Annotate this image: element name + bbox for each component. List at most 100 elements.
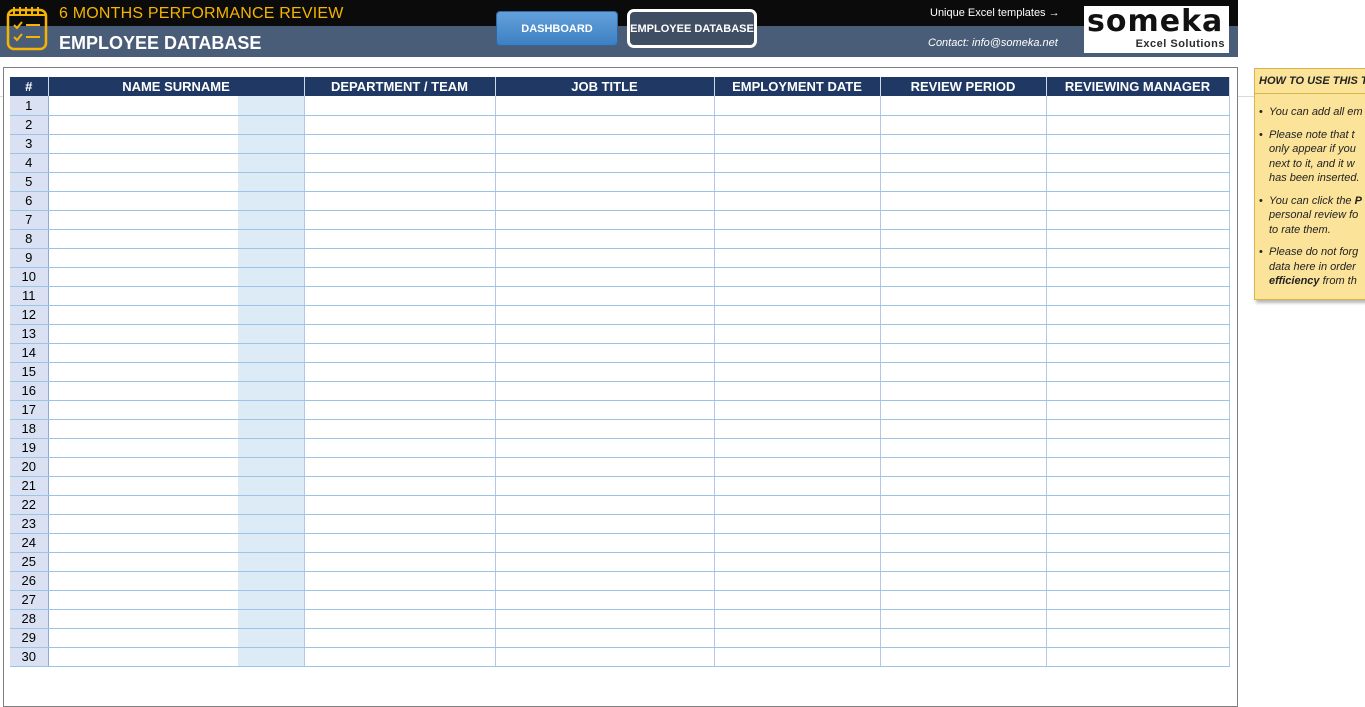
department-cell[interactable] xyxy=(304,571,496,591)
name-cell[interactable] xyxy=(48,476,238,496)
employment-date-cell[interactable] xyxy=(714,495,881,515)
job-title-cell[interactable] xyxy=(495,514,715,534)
name-extra-cell[interactable] xyxy=(238,647,305,667)
review-period-cell[interactable] xyxy=(880,210,1047,230)
job-title-cell[interactable] xyxy=(495,647,715,667)
reviewing-manager-cell[interactable] xyxy=(1046,495,1230,515)
employment-date-cell[interactable] xyxy=(714,134,881,154)
name-extra-cell[interactable] xyxy=(238,381,305,401)
reviewing-manager-cell[interactable] xyxy=(1046,96,1230,116)
name-extra-cell[interactable] xyxy=(238,96,305,116)
employment-date-cell[interactable] xyxy=(714,609,881,629)
department-cell[interactable] xyxy=(304,381,496,401)
reviewing-manager-cell[interactable] xyxy=(1046,438,1230,458)
name-cell[interactable] xyxy=(48,286,238,306)
name-extra-cell[interactable] xyxy=(238,476,305,496)
department-cell[interactable] xyxy=(304,628,496,648)
department-cell[interactable] xyxy=(304,191,496,211)
name-extra-cell[interactable] xyxy=(238,609,305,629)
review-period-cell[interactable] xyxy=(880,533,1047,553)
job-title-cell[interactable] xyxy=(495,343,715,363)
employment-date-cell[interactable] xyxy=(714,210,881,230)
name-extra-cell[interactable] xyxy=(238,495,305,515)
templates-link[interactable]: Unique Excel templates → xyxy=(930,7,1060,19)
name-cell[interactable] xyxy=(48,362,238,382)
reviewing-manager-cell[interactable] xyxy=(1046,229,1230,249)
reviewing-manager-cell[interactable] xyxy=(1046,533,1230,553)
job-title-cell[interactable] xyxy=(495,362,715,382)
reviewing-manager-cell[interactable] xyxy=(1046,286,1230,306)
job-title-cell[interactable] xyxy=(495,571,715,591)
review-period-cell[interactable] xyxy=(880,172,1047,192)
employment-date-cell[interactable] xyxy=(714,362,881,382)
name-extra-cell[interactable] xyxy=(238,571,305,591)
department-cell[interactable] xyxy=(304,305,496,325)
name-cell[interactable] xyxy=(48,172,238,192)
reviewing-manager-cell[interactable] xyxy=(1046,267,1230,287)
name-cell[interactable] xyxy=(48,495,238,515)
name-extra-cell[interactable] xyxy=(238,305,305,325)
reviewing-manager-cell[interactable] xyxy=(1046,419,1230,439)
reviewing-manager-cell[interactable] xyxy=(1046,362,1230,382)
department-cell[interactable] xyxy=(304,400,496,420)
review-period-cell[interactable] xyxy=(880,286,1047,306)
employment-date-cell[interactable] xyxy=(714,590,881,610)
review-period-cell[interactable] xyxy=(880,229,1047,249)
name-cell[interactable] xyxy=(48,533,238,553)
job-title-cell[interactable] xyxy=(495,305,715,325)
name-cell[interactable] xyxy=(48,419,238,439)
employment-date-cell[interactable] xyxy=(714,419,881,439)
name-cell[interactable] xyxy=(48,590,238,610)
employment-date-cell[interactable] xyxy=(714,267,881,287)
employment-date-cell[interactable] xyxy=(714,305,881,325)
name-extra-cell[interactable] xyxy=(238,514,305,534)
job-title-cell[interactable] xyxy=(495,495,715,515)
job-title-cell[interactable] xyxy=(495,115,715,135)
name-cell[interactable] xyxy=(48,115,238,135)
department-cell[interactable] xyxy=(304,96,496,116)
employment-date-cell[interactable] xyxy=(714,286,881,306)
job-title-cell[interactable] xyxy=(495,400,715,420)
job-title-cell[interactable] xyxy=(495,609,715,629)
job-title-cell[interactable] xyxy=(495,229,715,249)
department-cell[interactable] xyxy=(304,248,496,268)
job-title-cell[interactable] xyxy=(495,324,715,344)
name-cell[interactable] xyxy=(48,229,238,249)
department-cell[interactable] xyxy=(304,153,496,173)
job-title-cell[interactable] xyxy=(495,381,715,401)
reviewing-manager-cell[interactable] xyxy=(1046,191,1230,211)
review-period-cell[interactable] xyxy=(880,324,1047,344)
job-title-cell[interactable] xyxy=(495,628,715,648)
reviewing-manager-cell[interactable] xyxy=(1046,324,1230,344)
review-period-cell[interactable] xyxy=(880,362,1047,382)
employment-date-cell[interactable] xyxy=(714,514,881,534)
name-cell[interactable] xyxy=(48,628,238,648)
employment-date-cell[interactable] xyxy=(714,229,881,249)
department-cell[interactable] xyxy=(304,552,496,572)
name-extra-cell[interactable] xyxy=(238,191,305,211)
name-extra-cell[interactable] xyxy=(238,134,305,154)
name-cell[interactable] xyxy=(48,381,238,401)
department-cell[interactable] xyxy=(304,419,496,439)
review-period-cell[interactable] xyxy=(880,267,1047,287)
review-period-cell[interactable] xyxy=(880,153,1047,173)
review-period-cell[interactable] xyxy=(880,457,1047,477)
review-period-cell[interactable] xyxy=(880,400,1047,420)
job-title-cell[interactable] xyxy=(495,590,715,610)
review-period-cell[interactable] xyxy=(880,514,1047,534)
job-title-cell[interactable] xyxy=(495,457,715,477)
name-cell[interactable] xyxy=(48,647,238,667)
department-cell[interactable] xyxy=(304,647,496,667)
reviewing-manager-cell[interactable] xyxy=(1046,115,1230,135)
review-period-cell[interactable] xyxy=(880,552,1047,572)
review-period-cell[interactable] xyxy=(880,381,1047,401)
dashboard-button[interactable]: DASHBOARD xyxy=(496,11,618,46)
job-title-cell[interactable] xyxy=(495,96,715,116)
name-cell[interactable] xyxy=(48,324,238,344)
name-extra-cell[interactable] xyxy=(238,324,305,344)
employment-date-cell[interactable] xyxy=(714,343,881,363)
review-period-cell[interactable] xyxy=(880,647,1047,667)
employment-date-cell[interactable] xyxy=(714,191,881,211)
reviewing-manager-cell[interactable] xyxy=(1046,628,1230,648)
review-period-cell[interactable] xyxy=(880,305,1047,325)
